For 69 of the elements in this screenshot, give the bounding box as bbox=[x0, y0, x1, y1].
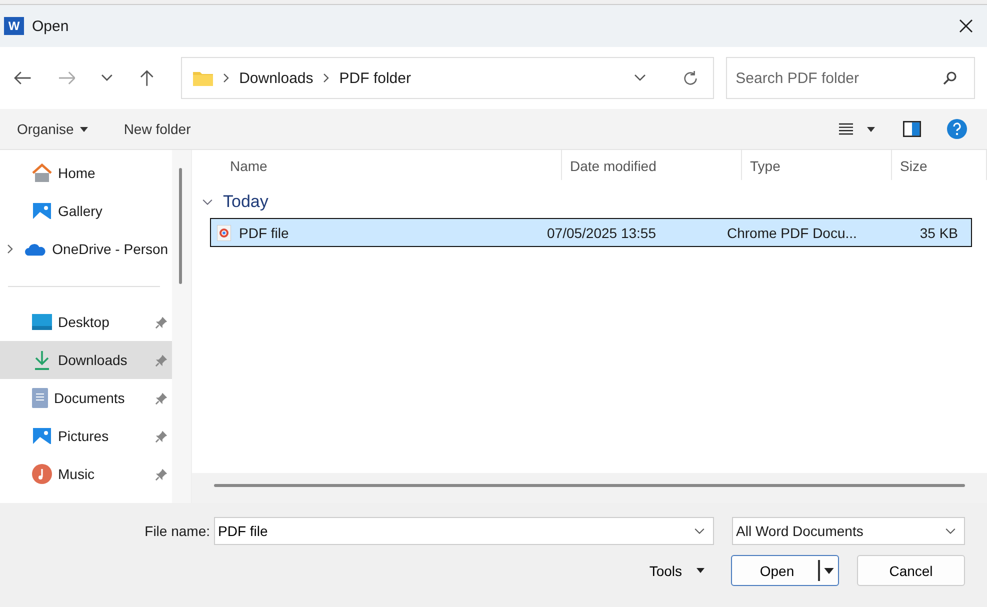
caret-down-icon bbox=[696, 568, 705, 573]
pin-icon[interactable] bbox=[155, 430, 168, 442]
column-header[interactable]: Type bbox=[742, 150, 892, 180]
chevron-down-icon[interactable] bbox=[694, 528, 705, 535]
chrome-file-icon bbox=[217, 224, 231, 240]
sidebar-item[interactable]: Downloads bbox=[0, 341, 172, 379]
close-icon[interactable] bbox=[959, 19, 973, 33]
date-cell-text: 07/05/2025 13:55 bbox=[546, 224, 657, 240]
new-folder-button[interactable]: New folder bbox=[124, 117, 191, 141]
column-header[interactable]: Size bbox=[892, 150, 987, 180]
chevron-down-icon[interactable] bbox=[101, 74, 114, 82]
organise-menu-button[interactable]: Organise bbox=[17, 117, 88, 141]
caret-down-icon bbox=[824, 568, 834, 574]
window-title: Open bbox=[32, 18, 69, 34]
document-icon bbox=[32, 388, 48, 408]
up-arrow-icon[interactable] bbox=[139, 69, 156, 87]
chevron-down-icon[interactable] bbox=[634, 74, 646, 82]
chevron-down-icon bbox=[945, 528, 956, 534]
chevron-right-icon bbox=[223, 73, 230, 83]
open-button[interactable]: Open bbox=[731, 555, 839, 586]
sidebar-item[interactable]: Gallery bbox=[0, 192, 172, 230]
image-icon bbox=[32, 426, 52, 446]
music-note-icon bbox=[32, 464, 52, 484]
image-icon bbox=[32, 201, 52, 221]
file-type-dropdown[interactable]: All Word Documents bbox=[732, 517, 965, 545]
preview-pane-icon[interactable] bbox=[903, 121, 921, 137]
sidebar-item[interactable]: Documents bbox=[0, 379, 172, 417]
pin-icon[interactable] bbox=[155, 392, 168, 404]
pin-icon[interactable] bbox=[155, 354, 168, 366]
column-header[interactable]: Date modified bbox=[562, 150, 742, 180]
cloud-icon bbox=[25, 242, 46, 256]
group-header[interactable]: Today bbox=[223, 192, 268, 212]
download-icon bbox=[32, 350, 52, 370]
sidebar-item[interactable]: Music bbox=[0, 455, 172, 493]
address-bar[interactable]: Downloads PDF folder bbox=[181, 57, 714, 99]
search-field[interactable]: Search PDF folder bbox=[726, 57, 975, 99]
file-name-field[interactable]: PDF file bbox=[214, 517, 714, 545]
type-cell-text: Chrome PDF Docu... bbox=[726, 224, 858, 240]
house-icon bbox=[32, 163, 52, 183]
chevron-right-icon bbox=[323, 73, 330, 83]
back-arrow-icon[interactable] bbox=[14, 71, 32, 85]
help-icon[interactable] bbox=[947, 119, 967, 139]
dropdown-arrow-icon[interactable] bbox=[867, 126, 875, 132]
folder-icon bbox=[193, 70, 214, 86]
scrollbar-thumb[interactable] bbox=[214, 484, 965, 486]
list-view-icon[interactable] bbox=[839, 123, 853, 135]
file-row[interactable]: PDF file 07/05/2025 13:55 Chrome PDF Docu... 35 KB bbox=[210, 218, 972, 247]
search-icon bbox=[942, 71, 957, 85]
sidebar-item[interactable]: OneDrive - Person bbox=[0, 230, 172, 268]
scrollbar-thumb[interactable] bbox=[179, 168, 182, 284]
file-name-label: File name: bbox=[144, 523, 210, 539]
file-name: PDF file bbox=[239, 224, 289, 240]
sidebar-item[interactable]: Pictures bbox=[0, 417, 172, 455]
desktop-icon bbox=[32, 314, 52, 330]
size-cell-text: 35 KB bbox=[918, 224, 958, 240]
word-logo-icon: W bbox=[4, 17, 24, 35]
pin-icon[interactable] bbox=[155, 316, 168, 328]
tools-menu-button[interactable]: Tools bbox=[643, 562, 711, 580]
breadcrumb[interactable]: Downloads bbox=[239, 70, 314, 86]
caret-down-icon bbox=[80, 126, 88, 132]
sidebar-item[interactable]: Desktop bbox=[0, 303, 172, 341]
refresh-icon[interactable] bbox=[682, 70, 699, 86]
pin-icon[interactable] bbox=[155, 468, 168, 480]
cancel-button[interactable]: Cancel bbox=[857, 555, 965, 586]
chevron-down-icon[interactable] bbox=[202, 198, 213, 206]
breadcrumb[interactable]: PDF folder bbox=[339, 70, 411, 86]
column-header[interactable]: Name bbox=[222, 150, 562, 180]
sidebar-item[interactable]: Home bbox=[0, 154, 172, 192]
chevron-right-icon[interactable] bbox=[6, 244, 13, 254]
